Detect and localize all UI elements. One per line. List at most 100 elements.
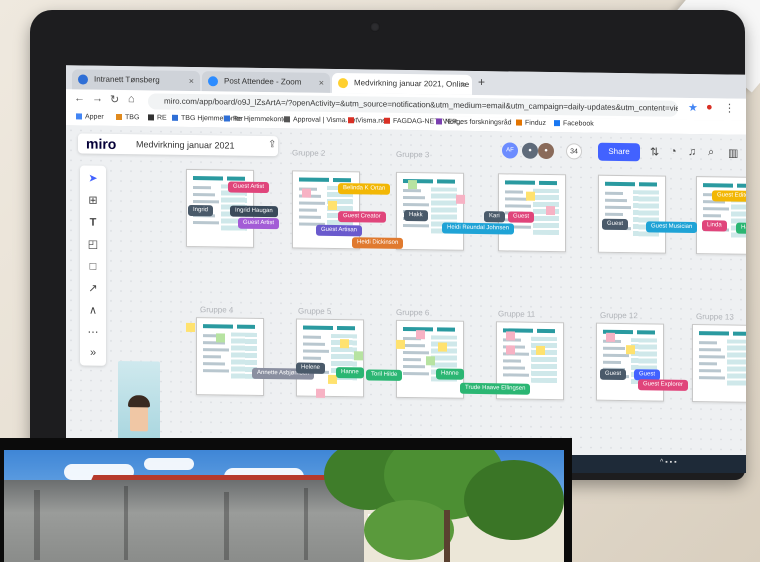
frame-content — [303, 349, 329, 353]
extension-icon[interactable]: ● — [706, 101, 713, 113]
frame-content — [605, 205, 631, 210]
close-tab-icon[interactable]: × — [319, 73, 324, 93]
frame-label: Gruppe 5 — [298, 306, 332, 316]
bookmark-item[interactable]: Norges forskningsråd — [436, 118, 512, 126]
collaborator-cursor-label: Guest Artist — [238, 217, 280, 230]
collaborator-cursor-label: Guest Explorer — [638, 379, 689, 391]
sticky-note[interactable] — [328, 200, 337, 211]
forward-arrow-icon[interactable]: → — [92, 93, 103, 105]
collaborator-cursor-label: Guest — [602, 218, 629, 231]
sticky-note[interactable] — [316, 388, 325, 398]
tab-intranett[interactable]: Intranett Tønsberg × — [72, 69, 200, 92]
bookmark-item[interactable]: Visma.net — [348, 117, 388, 125]
sticky-note[interactable] — [408, 180, 417, 190]
sticky-note[interactable] — [426, 356, 435, 366]
frame-content — [403, 223, 429, 228]
tab-label: Medvirkning januar 2021, Online — [354, 78, 470, 89]
bookmark-item[interactable]: Facebook — [554, 120, 594, 128]
menu-dots-icon[interactable]: ⋮ — [724, 101, 735, 114]
frame-content — [503, 366, 525, 370]
bookmark-star-icon[interactable]: ★ — [688, 101, 698, 114]
sticky-note[interactable] — [506, 345, 515, 355]
group-frame[interactable] — [692, 323, 746, 403]
tab-miro[interactable]: Medvirkning januar 2021, Online × — [332, 72, 472, 95]
collaborator-cursor-label: Heidi Reundal Johnsen — [442, 222, 515, 235]
frame-content — [699, 348, 721, 352]
frame-content — [603, 346, 625, 351]
tab-zoom[interactable]: Post Attendee - Zoom × — [202, 71, 330, 93]
bookmark-icon — [384, 117, 390, 124]
group-frame[interactable] — [196, 317, 264, 397]
frame-content — [603, 360, 621, 365]
reload-icon[interactable]: ↻ — [110, 93, 119, 106]
sticky-note[interactable] — [186, 322, 195, 333]
group-frame[interactable] — [598, 174, 666, 254]
frame-content — [437, 327, 455, 332]
sticky-note[interactable] — [354, 351, 363, 361]
sticky-note[interactable] — [396, 339, 405, 349]
bookmark-icon — [224, 115, 230, 122]
frame-content — [193, 193, 215, 197]
sticky-note[interactable] — [416, 330, 425, 340]
bookmark-item[interactable]: RE — [148, 114, 167, 122]
frame-content — [605, 181, 635, 187]
miro-board-canvas[interactable]: miro Medvirkning januar 2021 ⇪ ➤ ⊞ T ◰ □… — [66, 125, 746, 470]
frame-content — [303, 342, 325, 346]
frame-content — [337, 326, 355, 331]
frame-content — [203, 348, 229, 352]
back-arrow-icon[interactable]: ← — [74, 92, 85, 104]
frame-label: Gruppe 2 — [292, 148, 326, 158]
sticky-note[interactable] — [506, 331, 515, 341]
frame-content — [605, 198, 627, 203]
bookmark-item[interactable]: Approval | Visma.net — [284, 116, 357, 124]
frame-content — [733, 331, 746, 336]
bookmark-icon — [554, 120, 560, 127]
cloud — [144, 458, 194, 470]
collaborator-cursor-label: Belinda K Ortan — [338, 183, 391, 195]
collaborator-cursor-label: Guest — [600, 368, 627, 381]
frame-content — [503, 373, 529, 377]
frame-content — [403, 343, 425, 348]
bookmark-item[interactable]: Finduz — [516, 119, 546, 127]
frame-content — [403, 195, 425, 200]
collaborator-cursor-label: Guest Creator — [338, 211, 386, 223]
sticky-note[interactable] — [216, 333, 225, 343]
sticky-note[interactable] — [546, 205, 555, 216]
frame-label: Gruppe 11 — [498, 309, 536, 319]
collaborator-cursor-label: Ingrid Haugan — [230, 205, 278, 218]
collaborator-cursor-label: Helene — [296, 362, 326, 374]
sky — [4, 450, 564, 562]
close-tab-icon[interactable]: × — [189, 71, 194, 91]
frame-label: Gruppe 3 — [396, 149, 430, 160]
sticky-note[interactable] — [606, 332, 615, 342]
frame-content — [403, 364, 425, 369]
collaborator-cursor-label: Hakk — [404, 209, 428, 222]
sticky-note[interactable] — [340, 339, 349, 349]
frame-content — [303, 325, 333, 330]
frame-content — [503, 359, 521, 363]
close-tab-icon[interactable]: × — [461, 75, 466, 95]
sticky-note[interactable] — [626, 345, 635, 355]
tab-label: Intranett Tønsberg — [94, 74, 160, 85]
bookmark-item[interactable]: Re Hjemmekontor — [224, 115, 289, 123]
bookmark-item[interactable]: Apper — [76, 113, 104, 121]
frame-content — [303, 335, 321, 339]
group-frame[interactable] — [696, 176, 746, 255]
home-icon[interactable]: ⌂ — [128, 93, 135, 105]
collaborator-cursor-label: Guest Artisan — [316, 224, 363, 237]
frame-content — [193, 186, 211, 190]
tray-icons: ^ ▪ ▪ ▪ — [660, 459, 677, 466]
frame-content — [703, 183, 733, 188]
new-tab-button[interactable]: + — [478, 75, 485, 89]
foliage — [364, 500, 454, 560]
frame-content — [299, 215, 321, 219]
sticky-note[interactable] — [438, 342, 447, 352]
sticky-note[interactable] — [536, 345, 545, 355]
sticky-note[interactable] — [302, 188, 311, 198]
bookmark-item[interactable]: TBG — [116, 113, 139, 121]
sticky-note[interactable] — [456, 194, 465, 204]
frame-content — [403, 371, 429, 376]
frame-content — [403, 202, 429, 207]
frame-content — [303, 356, 321, 360]
sticky-note[interactable] — [526, 191, 535, 201]
